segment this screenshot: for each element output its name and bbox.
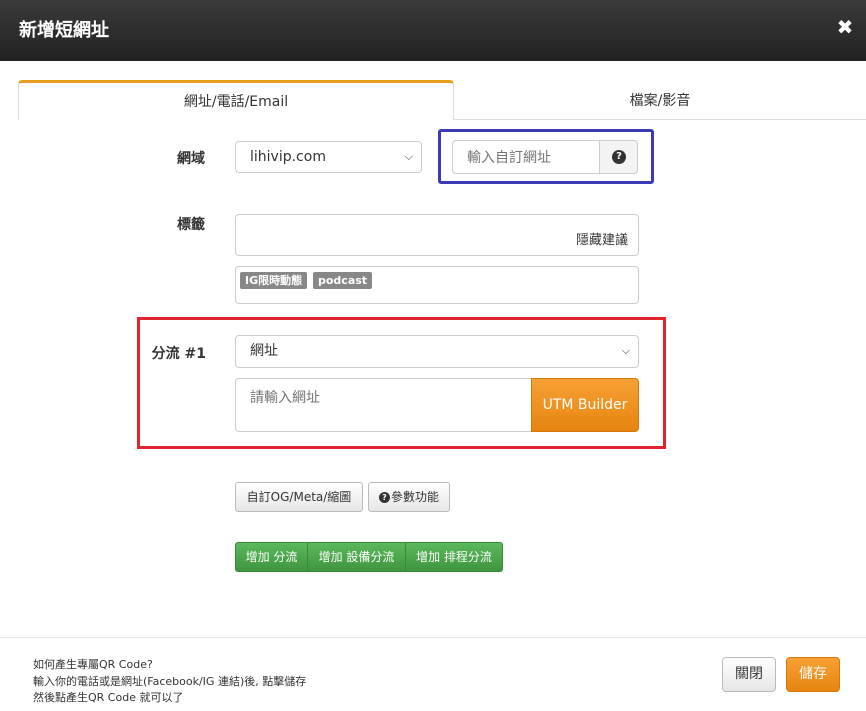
custom-url-help-button[interactable]: ? <box>599 140 638 174</box>
add-device-split-button[interactable]: 增加 設備分流 <box>307 542 406 572</box>
split-type-value: 網址 <box>250 343 278 359</box>
hide-suggestions-link[interactable]: 隱藏建議 <box>576 229 628 248</box>
tab-url-phone-email[interactable]: 網址/電話/Email <box>18 80 454 120</box>
domain-select[interactable]: lihivip.com ⌵ <box>235 141 422 173</box>
close-button[interactable]: 關閉 <box>722 657 776 692</box>
modal-header: 新增短網址 ✖ <box>0 0 866 61</box>
tags-input[interactable]: 隱藏建議 <box>235 214 639 256</box>
chevron-down-icon: ⌵ <box>404 150 413 163</box>
save-button[interactable]: 儲存 <box>786 657 840 692</box>
custom-og-button[interactable]: 自訂OG/Meta/縮圖 <box>235 482 363 512</box>
split-label: 分流 #1 <box>151 346 206 362</box>
question-circle-icon: ? <box>612 150 626 164</box>
split-url-input[interactable] <box>235 378 532 432</box>
modal-title: 新增短網址 <box>19 20 109 41</box>
question-circle-icon: ? <box>378 492 390 503</box>
utm-builder-button[interactable]: UTM Builder <box>531 378 639 432</box>
close-icon[interactable]: ✖ <box>834 14 856 40</box>
tab-file-media[interactable]: 檔案/影音 <box>454 83 866 120</box>
chevron-down-icon: ⌵ <box>621 344 630 357</box>
domain-select-value: lihivip.com <box>250 149 326 165</box>
footer-divider <box>0 637 866 638</box>
qr-help-line-2: 輸入你的電話或是網址(Facebook/IG 連結)後, 點擊儲存 <box>33 675 307 688</box>
qr-help-line-1: 如何產生專屬QR Code? <box>33 658 153 671</box>
params-button-label: 參數功能 <box>390 490 439 504</box>
domain-label: 網域 <box>177 151 205 167</box>
tab-bar: 網址/電話/Email 檔案/影音 <box>18 80 866 120</box>
add-split-button[interactable]: 增加 分流 <box>235 542 308 572</box>
params-button[interactable]: ? 參數功能 <box>368 482 450 512</box>
custom-url-input[interactable] <box>452 140 600 174</box>
qr-help-line-3: 然後點產生QR Code 就可以了 <box>33 691 184 704</box>
tag-suggestion-podcast[interactable]: podcast <box>313 272 373 289</box>
tag-suggestion-ig[interactable]: IG限時動態 <box>240 272 308 289</box>
tags-label: 標籤 <box>177 217 205 233</box>
split-type-select[interactable]: 網址 ⌵ <box>235 335 639 368</box>
add-schedule-split-button[interactable]: 增加 排程分流 <box>405 542 503 572</box>
